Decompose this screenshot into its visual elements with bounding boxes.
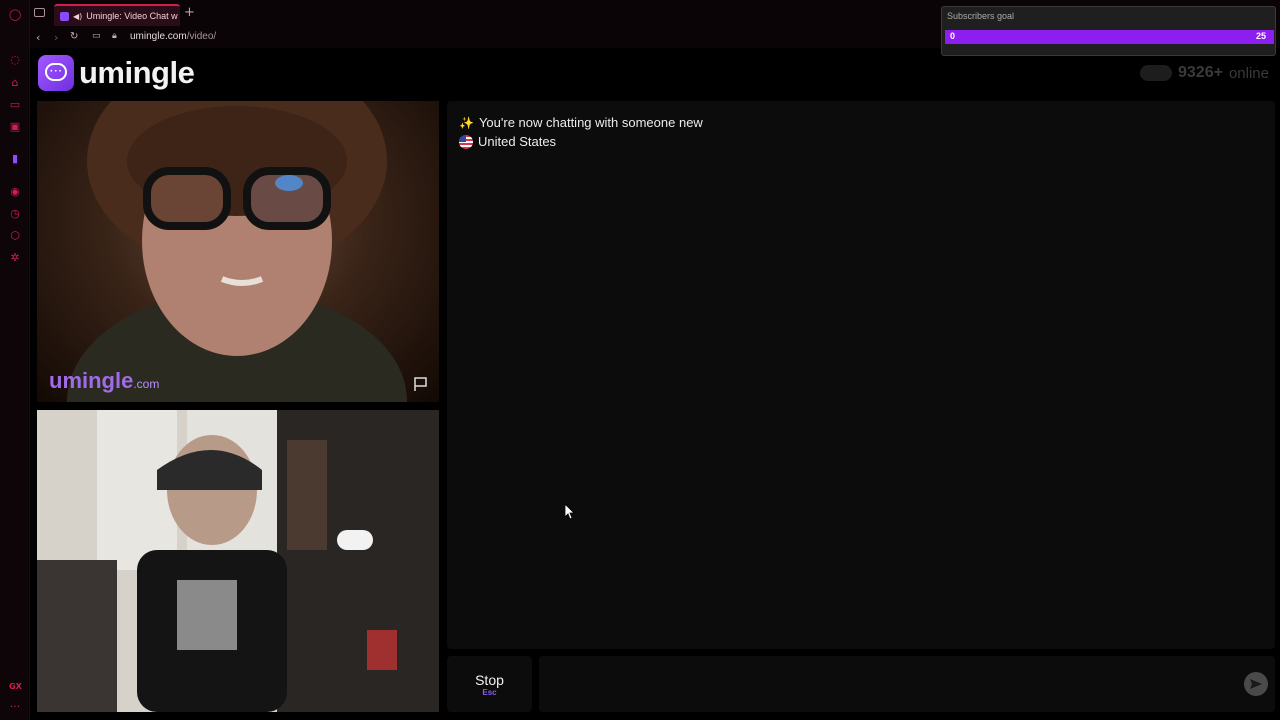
- back-icon[interactable]: ‹: [36, 31, 40, 44]
- lock-icon: 🔒︎: [112, 31, 117, 41]
- system-message-country: United States: [459, 134, 556, 149]
- subscribers-goal-fill: [945, 30, 1274, 44]
- system-message-new-chat: ✨ You're now chatting with someone new: [459, 115, 703, 130]
- umingle-favicon-icon: [60, 11, 69, 21]
- settings-icon[interactable]: ✲: [9, 252, 21, 264]
- player-icon[interactable]: ◉: [9, 186, 21, 198]
- subscribers-goal-bar: 0 25: [945, 30, 1274, 44]
- url-field[interactable]: umingle.com/video/: [130, 31, 216, 42]
- gx-icon[interactable]: GX: [9, 681, 22, 693]
- sparkles-icon: ✨: [459, 115, 474, 130]
- new-tab-icon[interactable]: +: [184, 6, 195, 20]
- online-count: 9326+: [1178, 64, 1223, 81]
- online-indicator: 9326+ online: [1140, 64, 1269, 82]
- stop-button-shortcut: Esc: [482, 688, 497, 697]
- forward-icon[interactable]: ›: [54, 31, 58, 44]
- send-arrow-icon: [1250, 679, 1262, 689]
- chat-panel: ✨ You're now chatting with someone new U…: [447, 101, 1275, 649]
- speaker-icon[interactable]: ◀): [73, 12, 82, 21]
- twitch-icon[interactable]: ▮: [9, 153, 21, 165]
- subscribers-goal-label: Subscribers goal: [947, 11, 1015, 21]
- messenger-icon[interactable]: ▭: [9, 99, 21, 111]
- opera-icon[interactable]: ◯: [9, 9, 21, 21]
- news-icon[interactable]: ▣: [9, 121, 21, 133]
- subscribers-goal-target: 25: [1255, 31, 1266, 41]
- stranger-video: umingle.com: [37, 101, 439, 402]
- more-icon[interactable]: ···: [9, 701, 21, 713]
- self-video-frame: [37, 410, 439, 712]
- camera-icon[interactable]: ▭: [92, 31, 101, 41]
- mouse-cursor-icon: [565, 504, 575, 520]
- extensions-icon[interactable]: ⬡: [9, 230, 21, 242]
- umingle-watermark: umingle.com: [49, 368, 160, 393]
- online-label: online: [1228, 64, 1269, 82]
- country-text: United States: [478, 134, 557, 149]
- subscribers-goal-widget: Subscribers goal 0 25: [941, 6, 1276, 56]
- theme-toggle[interactable]: [1140, 65, 1172, 81]
- tab-umingle[interactable]: ◀) Umingle: Video Chat w: [54, 4, 180, 26]
- stop-button-label: Stop: [475, 672, 504, 688]
- report-flag-icon[interactable]: [413, 376, 429, 392]
- tab-list-icon[interactable]: [34, 8, 45, 17]
- history-icon[interactable]: ◷: [9, 208, 21, 220]
- reload-icon[interactable]: ↻: [70, 31, 78, 42]
- aria-icon[interactable]: ◌: [9, 54, 21, 66]
- self-video: [37, 410, 439, 712]
- us-flag-icon: [459, 134, 473, 149]
- kiosk-icon[interactable]: ⌂: [9, 77, 21, 89]
- system-message-text: You're now chatting with someone new: [478, 115, 703, 130]
- logo-text: umingle: [79, 55, 195, 90]
- send-button[interactable]: [1244, 672, 1268, 696]
- browser-sidebar: ◯ ◌ ⌂ ▭ ▣ ▮ ◉ ◷ ⬡ ✲ GX ···: [0, 0, 30, 720]
- stop-button[interactable]: Stop Esc: [447, 656, 532, 712]
- tab-title: Umingle: Video Chat w: [86, 11, 178, 21]
- subscribers-goal-start: 0: [950, 31, 956, 41]
- message-input[interactable]: [539, 656, 1275, 712]
- stranger-video-frame: [67, 101, 407, 402]
- chat-bubble-logo-icon: ···: [38, 55, 74, 91]
- site-logo[interactable]: ··· umingle: [38, 54, 195, 92]
